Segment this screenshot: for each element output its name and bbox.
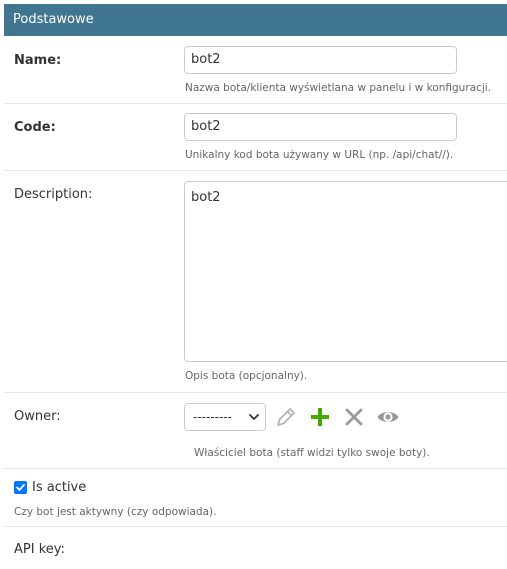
form-row-description: Description: bot2 Opis bota (opcjonalny)…: [4, 171, 507, 393]
owner-select[interactable]: ---------: [184, 403, 266, 431]
owner-help-text: Właściciel bota (staff widzi tylko swoje…: [194, 447, 430, 459]
fieldset-podstawowe: Podstawowe Name: bot2 Nazwa bota/klienta…: [4, 4, 507, 569]
code-input[interactable]: bot2: [184, 113, 457, 141]
is-active-label: Is active: [32, 480, 87, 495]
form-row-code: Code: bot2 Unikalny kod bota używany w U…: [4, 104, 507, 171]
description-help-text: Opis bota (opcjonalny).: [185, 370, 308, 382]
form-row-api-key: API key:: [4, 527, 507, 569]
form-row-owner: Owner: --------- Właściciel bota (staff …: [4, 393, 507, 469]
description-textarea[interactable]: bot2: [184, 181, 507, 362]
form-row-name: Name: bot2 Nazwa bota/klienta wyświetlan…: [4, 37, 507, 104]
code-label: Code:: [14, 120, 56, 135]
pencil-icon[interactable]: [274, 405, 298, 429]
api-key-label: API key:: [14, 542, 65, 557]
description-label: Description:: [14, 187, 93, 202]
is-active-checkbox[interactable]: [14, 481, 27, 494]
plus-icon[interactable]: [308, 405, 332, 429]
eye-icon[interactable]: [376, 405, 400, 429]
checkmark-icon: [16, 483, 25, 491]
close-icon[interactable]: [342, 405, 366, 429]
name-input[interactable]: bot2: [184, 46, 457, 74]
code-help-text: Unikalny kod bota używany w URL (np. /ap…: [185, 149, 454, 161]
chevron-down-icon: [249, 414, 259, 420]
is-active-help-text: Czy bot jest aktywny (czy odpowiada).: [14, 506, 217, 518]
owner-select-value: ---------: [193, 410, 232, 424]
fieldset-header: Podstawowe: [4, 4, 507, 36]
name-help-text: Nazwa bota/klienta wyświetlana w panelu …: [185, 82, 492, 94]
name-label: Name:: [14, 53, 62, 68]
form-row-is-active: Is active Czy bot jest aktywny (czy odpo…: [4, 469, 507, 527]
owner-label: Owner:: [14, 409, 61, 424]
